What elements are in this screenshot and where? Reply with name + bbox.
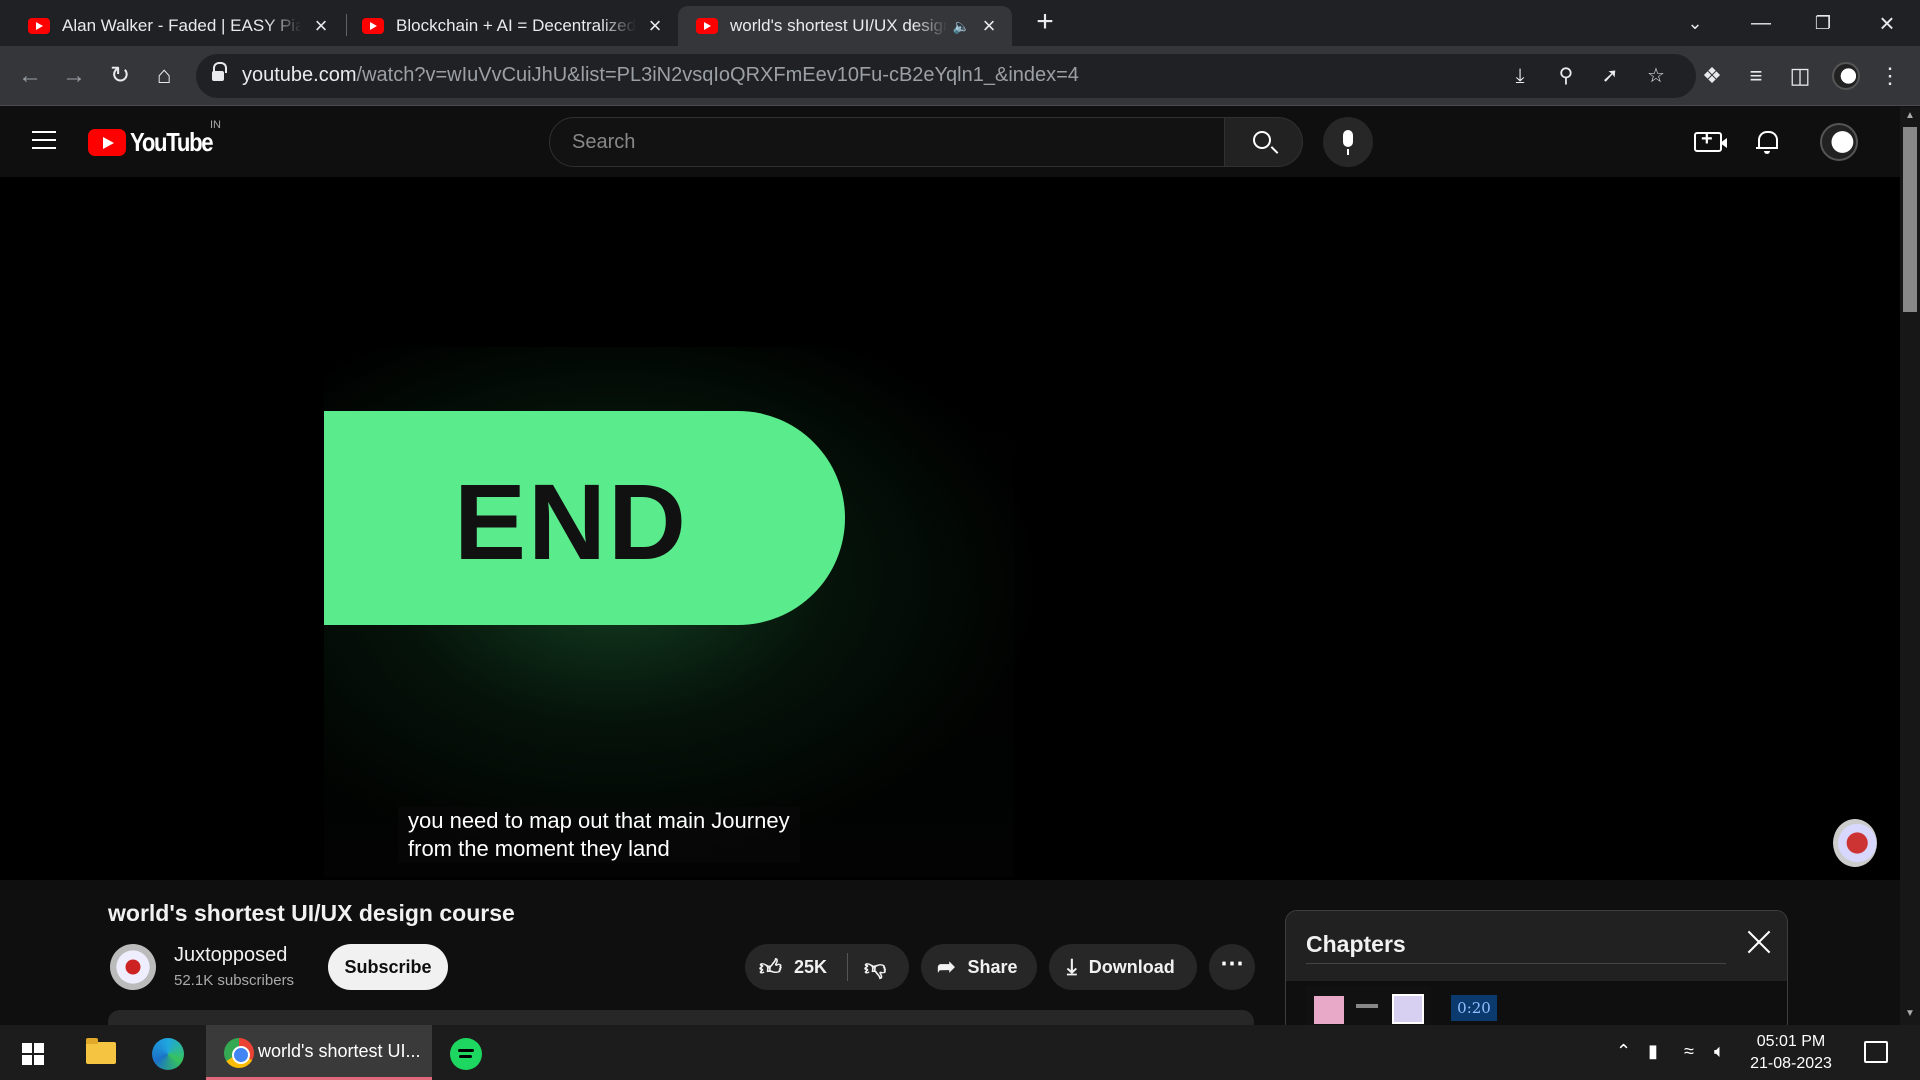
minimize-button[interactable]: — [1738, 6, 1784, 40]
chapters-panel: Chapters 0:20 [1285, 910, 1788, 1035]
youtube-favicon-icon [28, 18, 50, 34]
country-code: IN [210, 119, 221, 131]
youtube-favicon-icon [696, 18, 718, 34]
speaker-icon[interactable]: 🔈 [953, 18, 970, 35]
chapters-title: Chapters [1306, 931, 1406, 957]
tab-title: world's shortest UI/UX design course [730, 16, 947, 35]
clock-date: 21-08-2023 [1750, 1055, 1832, 1072]
scroll-down-arrow-icon[interactable]: ▼ [1904, 1008, 1916, 1019]
more-actions-button[interactable]: ⋯ [1209, 944, 1255, 990]
menu-hamburger-icon[interactable] [32, 131, 56, 149]
youtube-masthead: YouTube IN [0, 107, 1900, 177]
new-tab-button[interactable]: + [1030, 7, 1060, 38]
video-captions: you need to map out that main Journey fr… [398, 807, 800, 863]
browser-tab-3-active[interactable]: world's shortest UI/UX design course 🔈 × [678, 6, 1012, 46]
zoom-icon[interactable]: ⚲ [1552, 62, 1580, 90]
share-page-icon[interactable]: ➚ [1596, 62, 1624, 90]
system-clock[interactable]: 05:01 PM 21-08-2023 [1736, 1031, 1846, 1075]
profile-avatar[interactable] [1832, 62, 1860, 90]
restore-button[interactable]: ❐ [1800, 6, 1846, 40]
download-button[interactable]: ⤓ Download [1049, 944, 1197, 990]
search-button[interactable] [1224, 117, 1303, 167]
chrome-icon [224, 1038, 254, 1068]
close-window-button[interactable]: × [1864, 6, 1910, 40]
home-icon[interactable]: ⌂ [148, 60, 180, 92]
tab-search-chevron-icon[interactable]: ⌄ [1672, 6, 1718, 40]
end-text: END [454, 461, 689, 582]
tab-close-icon[interactable]: × [978, 13, 1000, 39]
like-dislike-group: 👍︎ 25K 👎︎ [745, 944, 909, 990]
youtube-logo[interactable]: YouTube IN [88, 119, 227, 157]
tab-close-icon[interactable]: × [644, 13, 666, 39]
back-arrow-icon[interactable]: ← [14, 60, 46, 92]
search-box [549, 117, 1225, 167]
thumbs-down-icon[interactable]: 👎︎ [864, 954, 886, 981]
scrollbar-thumb[interactable] [1903, 127, 1917, 312]
windows-taskbar: world's shortest UI... ⌃ ▮ ≈ 🔈︎ 05:01 PM… [0, 1025, 1920, 1080]
notification-center-icon[interactable] [1864, 1041, 1888, 1063]
channel-watermark-icon[interactable] [1833, 819, 1877, 867]
url-text[interactable]: youtube.com/watch?v=wIuVvCuiJhU&list=PL3… [242, 64, 1079, 87]
share-button[interactable]: ➦ Share [921, 944, 1037, 990]
chapter-timestamp[interactable]: 0:20 [1451, 995, 1497, 1021]
wifi-icon[interactable]: ≈ [1684, 1041, 1694, 1062]
lock-icon[interactable] [212, 62, 227, 81]
video-title: world's shortest UI/UX design course [108, 900, 515, 926]
tab-close-icon[interactable]: × [310, 13, 332, 39]
end-pill-graphic: END [324, 411, 845, 625]
browser-tab-2[interactable]: Blockchain + AI = Decentralized AI × [344, 6, 678, 46]
scroll-up-arrow-icon[interactable]: ▲ [1904, 110, 1916, 121]
microphone-icon [1343, 130, 1353, 155]
battery-icon[interactable]: ▮ [1648, 1041, 1658, 1062]
share-arrow-icon: ➦ [937, 954, 956, 979]
browser-tab-strip: Alan Walker - Faded | EASY Piano Tutoria… [0, 0, 1920, 46]
browser-menu-icon[interactable]: ⋮ [1874, 60, 1906, 92]
youtube-account-avatar[interactable] [1820, 123, 1858, 161]
close-icon[interactable] [1746, 929, 1772, 955]
browser-toolbar: ← → ↻ ⌂ youtube.com/watch?v=wIuVvCuiJhU&… [0, 46, 1920, 106]
forward-arrow-icon[interactable]: → [58, 60, 90, 92]
media-control-icon[interactable]: ≡ [1740, 60, 1772, 92]
install-app-icon[interactable]: ⤓ [1506, 62, 1534, 90]
address-bar[interactable]: youtube.com/watch?v=wIuVvCuiJhU&list=PL3… [196, 54, 1696, 98]
bookmark-star-icon[interactable]: ☆ [1642, 62, 1670, 90]
youtube-favicon-icon [362, 18, 384, 34]
channel-avatar[interactable] [110, 944, 156, 990]
chrome-window-label: world's shortest UI... [258, 1041, 421, 1061]
create-video-icon[interactable] [1694, 128, 1727, 152]
search-icon [1253, 131, 1271, 149]
like-count[interactable]: 25K [794, 957, 827, 978]
tab-title: Blockchain + AI = Decentralized AI [396, 16, 636, 35]
notifications-bell-icon[interactable] [1756, 129, 1778, 154]
subscribe-button[interactable]: Subscribe [328, 944, 448, 990]
chrome-taskbar-button[interactable]: world's shortest UI... [206, 1025, 432, 1080]
chapters-header: Chapters [1286, 911, 1787, 981]
video-player[interactable]: END you need to map out that main Journe… [0, 177, 1900, 880]
clock-time: 05:01 PM [1756, 1033, 1826, 1050]
extensions-puzzle-icon[interactable]: ❖ [1696, 60, 1728, 92]
windows-start-icon[interactable] [22, 1043, 44, 1065]
volume-icon[interactable]: 🔈︎ [1714, 1041, 1725, 1062]
tab-title: Alan Walker - Faded | EASY Piano Tutoria… [62, 16, 302, 35]
tray-chevron-up-icon[interactable]: ⌃ [1616, 1041, 1631, 1062]
search-input[interactable] [572, 131, 1192, 154]
youtube-play-icon [88, 128, 126, 156]
edge-browser-icon[interactable] [152, 1038, 184, 1070]
channel-name[interactable]: Juxtopposed [174, 944, 287, 967]
file-explorer-icon[interactable] [86, 1038, 116, 1064]
download-icon: ⤓ [1067, 954, 1077, 979]
reload-icon[interactable]: ↻ [104, 60, 136, 92]
side-panel-icon[interactable]: ◫ [1784, 60, 1816, 92]
thumbs-up-icon[interactable]: 👍︎ [759, 954, 782, 981]
browser-tab-1[interactable]: Alan Walker - Faded | EASY Piano Tutoria… [10, 6, 344, 46]
voice-search-button[interactable] [1323, 117, 1373, 167]
subscriber-count: 52.1K subscribers [174, 972, 295, 989]
spotify-icon[interactable] [450, 1038, 482, 1070]
